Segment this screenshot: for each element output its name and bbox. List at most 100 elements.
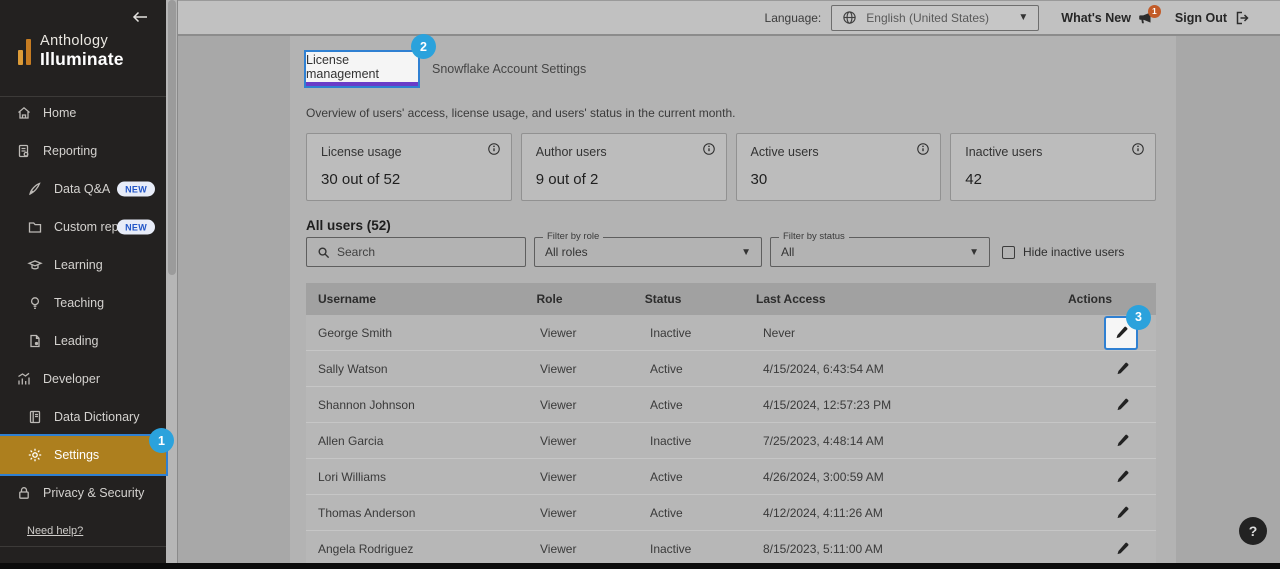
filter-by-role-select[interactable]: Filter by role All roles ▼ bbox=[534, 237, 762, 267]
stat-card-inactive-users: Inactive users42 bbox=[950, 133, 1156, 201]
sidebar-item-label: Developer bbox=[43, 372, 100, 386]
cell-username: Sally Watson bbox=[306, 362, 540, 376]
table-row-angela-rodriguez: Angela RodriguezViewerInactive8/15/2023,… bbox=[306, 531, 1156, 567]
sidebar-item-settings[interactable]: Settings bbox=[0, 436, 166, 474]
sidebar-item-data-q-a[interactable]: Data Q&ANEW bbox=[0, 170, 166, 208]
search-input[interactable] bbox=[307, 238, 525, 266]
sidebar-item-custom-reports[interactable]: Custom reportsNEW bbox=[0, 208, 166, 246]
developer-icon bbox=[16, 371, 32, 387]
scrollbar-thumb[interactable] bbox=[168, 0, 176, 275]
cell-username: Shannon Johnson bbox=[306, 398, 540, 412]
info-icon[interactable] bbox=[916, 142, 930, 156]
brand-bottom-text: Illuminate bbox=[40, 50, 124, 69]
edit-user-button-spotlight[interactable]: 3 bbox=[1104, 316, 1138, 350]
sidebar-item-learning[interactable]: Learning bbox=[0, 246, 166, 284]
annotation-step-3-badge: 3 bbox=[1126, 305, 1151, 330]
sign-out-button[interactable]: Sign Out bbox=[1175, 10, 1250, 26]
cell-role: Viewer bbox=[540, 542, 650, 556]
stat-label: License usage bbox=[321, 145, 497, 159]
sidebar-item-label: Home bbox=[43, 106, 76, 120]
edit-user-button[interactable] bbox=[1115, 469, 1130, 484]
info-icon[interactable] bbox=[1131, 142, 1145, 156]
cell-status: Inactive bbox=[650, 434, 763, 448]
tab-label: License management bbox=[306, 53, 418, 81]
stat-card-active-users: Active users30 bbox=[736, 133, 942, 201]
edit-user-button[interactable] bbox=[1115, 397, 1130, 412]
tab-license-management[interactable]: License management bbox=[306, 52, 418, 86]
filter-row: Filter by role All roles ▼ Filter by sta… bbox=[306, 237, 1156, 267]
home-icon bbox=[16, 105, 32, 121]
tab-label: Snowflake Account Settings bbox=[432, 62, 586, 76]
cell-username: Allen Garcia bbox=[306, 434, 540, 448]
need-help-link[interactable]: Need help? bbox=[27, 525, 83, 537]
stat-value: 42 bbox=[965, 171, 1141, 188]
cell-actions: 3 bbox=[1080, 316, 1156, 350]
edit-user-button[interactable] bbox=[1115, 505, 1130, 520]
brand-logo: Anthology Illuminate bbox=[18, 32, 124, 69]
tab-snowflake-account-settings[interactable]: Snowflake Account Settings bbox=[432, 62, 586, 76]
gear-icon bbox=[27, 447, 43, 463]
cell-actions bbox=[1080, 397, 1156, 412]
annotation-step-2-badge: 2 bbox=[411, 34, 436, 59]
filter-by-status-select[interactable]: Filter by status All ▼ bbox=[770, 237, 990, 267]
whats-new-badge: 1 bbox=[1148, 5, 1161, 18]
sidebar-item-label: Settings bbox=[54, 448, 99, 462]
sidebar-item-reporting[interactable]: Reporting bbox=[0, 132, 166, 170]
cell-last-access: 7/25/2023, 4:48:14 AM bbox=[763, 434, 1080, 448]
cell-actions bbox=[1080, 469, 1156, 484]
all-users-heading: All users (52) bbox=[306, 218, 391, 233]
stat-label: Active users bbox=[751, 145, 927, 159]
edit-user-button[interactable] bbox=[1115, 433, 1130, 448]
filter-role-value: All roles bbox=[545, 245, 741, 259]
help-button[interactable]: ? bbox=[1239, 517, 1267, 545]
sign-out-icon bbox=[1234, 10, 1250, 26]
cell-last-access: 4/26/2024, 3:00:59 AM bbox=[763, 470, 1080, 484]
cell-status: Inactive bbox=[650, 542, 763, 556]
sidebar-item-developer[interactable]: Developer bbox=[0, 360, 166, 398]
cell-username: Angela Rodriguez bbox=[306, 542, 540, 556]
hide-inactive-checkbox[interactable] bbox=[1002, 246, 1015, 259]
column-header-status: Status bbox=[645, 292, 756, 306]
stat-value: 9 out of 2 bbox=[536, 171, 712, 188]
collapse-sidebar-icon[interactable] bbox=[130, 8, 152, 28]
annotation-step-1-badge: 1 bbox=[149, 428, 174, 453]
language-select[interactable]: English (United States) ▼ bbox=[831, 5, 1039, 31]
cell-role: Viewer bbox=[540, 434, 650, 448]
sidebar-scrollbar[interactable] bbox=[166, 0, 178, 569]
whats-new-button[interactable]: What's New 1 bbox=[1061, 10, 1153, 26]
cell-actions bbox=[1080, 361, 1156, 376]
cell-role: Viewer bbox=[540, 470, 650, 484]
filter-role-label: Filter by role bbox=[543, 231, 603, 242]
cell-status: Active bbox=[650, 398, 763, 412]
sidebar-item-teaching[interactable]: Teaching bbox=[0, 284, 166, 322]
bottom-edge-bar bbox=[0, 563, 1280, 569]
sidebar-item-label: Reporting bbox=[43, 144, 97, 158]
sidebar-nav: Home Reporting Data Q&ANEWCustom reportsNE… bbox=[0, 94, 166, 512]
sidebar-item-label: Learning bbox=[54, 258, 103, 272]
sidebar-item-home[interactable]: Home bbox=[0, 94, 166, 132]
settings-tabs: License management Snowflake Account Set… bbox=[306, 52, 586, 86]
cell-last-access: Never bbox=[763, 326, 1080, 340]
overview-description: Overview of users' access, license usage… bbox=[306, 106, 735, 120]
search-box bbox=[306, 237, 526, 267]
sidebar-item-label: Leading bbox=[54, 334, 99, 348]
edit-user-button[interactable] bbox=[1114, 325, 1129, 340]
sidebar-item-label: Privacy & Security bbox=[43, 486, 144, 500]
folder-icon bbox=[27, 219, 43, 235]
sidebar-item-leading[interactable]: Leading bbox=[0, 322, 166, 360]
data-qa-icon bbox=[27, 181, 43, 197]
cell-role: Viewer bbox=[540, 506, 650, 520]
edit-user-button[interactable] bbox=[1115, 541, 1130, 556]
stats-row: License usage30 out of 52Author users9 o… bbox=[306, 133, 1156, 201]
table-row-lori-williams: Lori WilliamsViewerActive4/26/2024, 3:00… bbox=[306, 459, 1156, 495]
table-row-george-smith: George SmithViewerInactiveNever3 bbox=[306, 315, 1156, 351]
cell-username: Thomas Anderson bbox=[306, 506, 540, 520]
sidebar-item-privacy-security[interactable]: Privacy & Security bbox=[0, 474, 166, 512]
info-icon[interactable] bbox=[702, 142, 716, 156]
info-icon[interactable] bbox=[487, 142, 501, 156]
hide-inactive-users-toggle[interactable]: Hide inactive users bbox=[1002, 245, 1124, 259]
edit-user-button[interactable] bbox=[1115, 361, 1130, 376]
topbar: Language: English (United States) ▼ What… bbox=[178, 0, 1280, 36]
sidebar-item-data-dictionary[interactable]: Data Dictionary bbox=[0, 398, 166, 436]
stat-value: 30 out of 52 bbox=[321, 171, 497, 188]
